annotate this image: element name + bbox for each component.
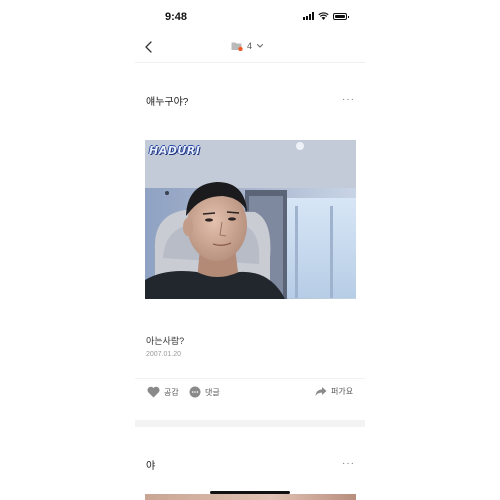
- app-screen: 9:48 4 얘누구야? ··· HADURI 아는사람? 2007.01.20…: [135, 0, 365, 500]
- folder-selector[interactable]: 4: [231, 41, 264, 51]
- heart-icon: [147, 386, 160, 398]
- share-button[interactable]: 퍼가요: [315, 386, 353, 397]
- back-button[interactable]: [141, 39, 157, 55]
- battery-icon: [333, 12, 349, 20]
- share-label: 퍼가요: [331, 387, 354, 396]
- divider: [135, 378, 365, 379]
- more-options-button[interactable]: ···: [342, 94, 355, 105]
- post-separator: [135, 420, 365, 427]
- comment-icon: [189, 386, 201, 398]
- status-time: 9:48: [165, 11, 188, 23]
- status-bar: 9:48: [135, 0, 365, 34]
- signal-icon: [303, 12, 314, 20]
- like-button[interactable]: 공감: [147, 386, 179, 398]
- post-actions: 공감 댓글 퍼가요: [135, 386, 365, 404]
- post-caption: 아는사람?: [146, 336, 185, 346]
- post-title: 야: [146, 461, 156, 472]
- photo-illustration: [145, 140, 356, 299]
- folder-count: 4: [247, 41, 253, 51]
- photo-logo: HADURI: [149, 144, 201, 157]
- folder-icon: [231, 42, 243, 51]
- comment-label: 댓글: [205, 387, 220, 397]
- post-title: 얘누구야?: [146, 97, 189, 108]
- post-photo[interactable]: [145, 494, 356, 500]
- chevron-down-icon: [257, 44, 264, 48]
- post-date: 2007.01.20: [146, 351, 182, 358]
- like-label: 공감: [164, 387, 179, 397]
- wifi-icon: [318, 12, 329, 20]
- top-nav: 4: [135, 34, 365, 63]
- comment-button[interactable]: 댓글: [189, 386, 220, 398]
- post-photo[interactable]: HADURI: [145, 140, 356, 299]
- share-icon: [315, 387, 327, 396]
- home-indicator: [210, 491, 290, 494]
- status-icons: [303, 12, 349, 20]
- more-options-button[interactable]: ···: [342, 458, 355, 469]
